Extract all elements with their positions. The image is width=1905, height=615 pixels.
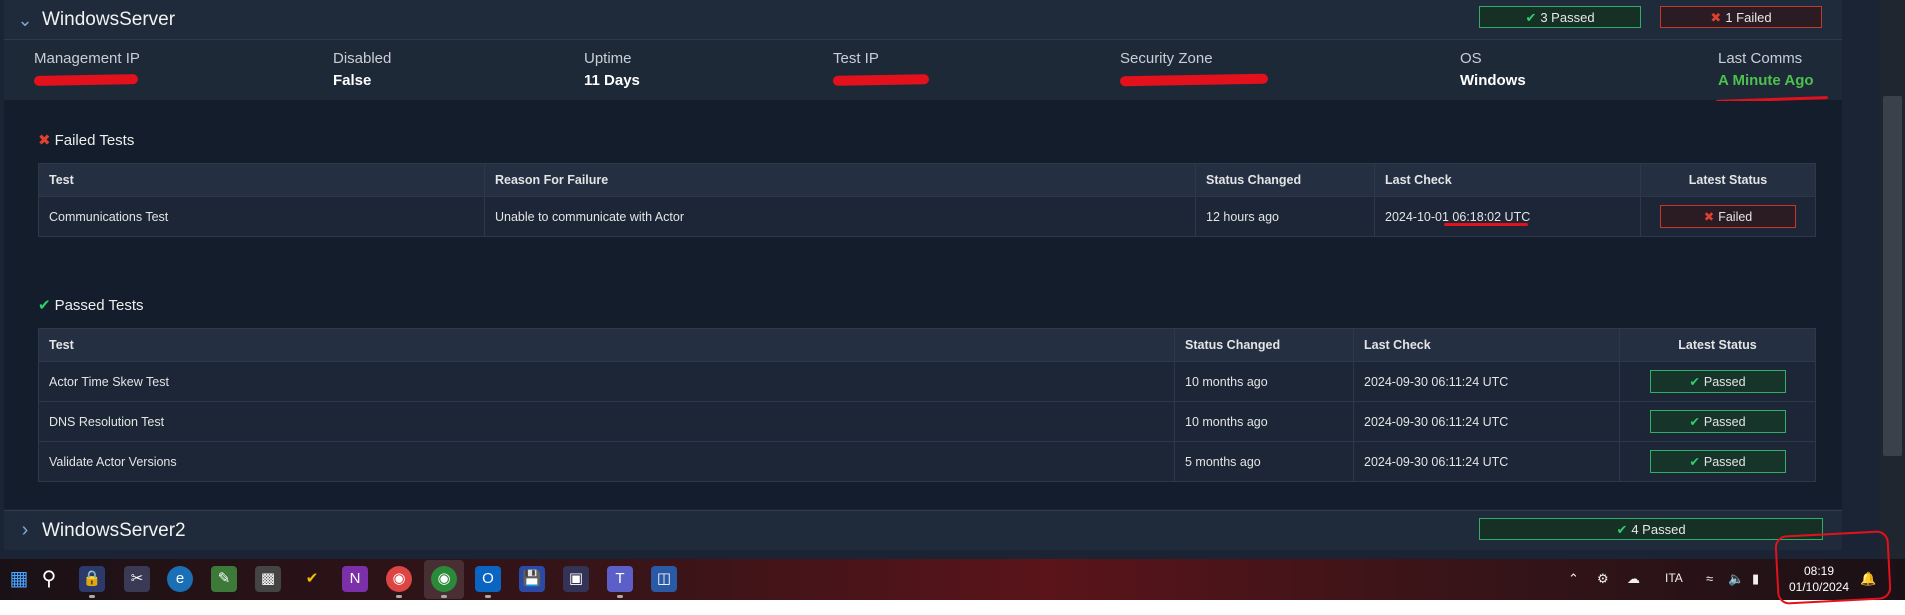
check-icon: ✔ <box>1689 455 1700 469</box>
server-title: WindowsServer <box>42 9 176 30</box>
cell-changed: 12 hours ago <box>1195 196 1375 237</box>
edge-browser-icon[interactable]: e <box>167 566 193 592</box>
x-icon: ✖ <box>38 132 51 149</box>
volume-icon[interactable]: 🔈 <box>1728 571 1744 587</box>
cell-test: Validate Actor Versions <box>38 441 1175 482</box>
check-icon: ✔ <box>38 297 51 314</box>
col-header: Last Check <box>1374 163 1641 197</box>
tasks-check-icon[interactable]: ✔ <box>299 566 325 592</box>
redaction-mark <box>1119 73 1269 87</box>
failed-tests-heading: ✖ Failed Tests <box>38 132 135 149</box>
table-row[interactable]: Validate Actor Versions 5 months ago 202… <box>38 441 1816 482</box>
check-icon: ✔ <box>1616 522 1628 537</box>
redaction-mark <box>33 74 139 86</box>
chevron-down-icon[interactable]: ⌄ <box>16 11 34 29</box>
wifi-icon[interactable]: ≈ <box>1706 571 1713 586</box>
running-indicator <box>617 595 623 598</box>
x-icon: ✖ <box>1710 10 1722 25</box>
server-header-windowsserver[interactable]: ⌄ WindowsServer ✔ 3 Passed ✖ 1 Failed <box>4 0 1842 40</box>
cell-last-check: 2024-09-30 06:11:24 UTC <box>1353 361 1620 402</box>
col-header: Reason For Failure <box>484 163 1196 197</box>
failed-tests-table: Test Reason For Failure Status Changed L… <box>38 163 1816 237</box>
server-info-row: Management IP Disabled False Uptime 11 D… <box>4 40 1842 103</box>
table-row[interactable]: Actor Time Skew Test 10 months ago 2024-… <box>38 361 1816 402</box>
info-os: OS Windows <box>1460 50 1526 89</box>
chevron-right-icon[interactable]: › <box>16 520 34 540</box>
status-badge-passed[interactable]: ✔ Passed <box>1649 410 1786 433</box>
passed-count-badge[interactable]: ✔ 4 Passed <box>1479 518 1823 540</box>
chrome-icon[interactable]: ◉ <box>386 566 412 592</box>
running-indicator <box>396 595 402 598</box>
check-icon: ✔ <box>1525 10 1537 25</box>
battery-icon[interactable]: ▮ <box>1752 571 1759 587</box>
windows-start-icon[interactable]: ▦ <box>6 566 32 592</box>
taskbar: ▦ ⚲ 🔒 ✂ e ✎ ▩ ✔ N ◉ ◉ O 💾 ▣ T ◫ ⌃ ⚙ ☁ IT… <box>0 559 1905 600</box>
info-disabled: Disabled False <box>333 50 392 89</box>
col-header: Latest Status <box>1619 328 1816 362</box>
passed-tests-heading: ✔ Passed Tests <box>38 297 144 314</box>
info-uptime: Uptime 11 Days <box>584 50 640 89</box>
col-header: Latest Status <box>1640 163 1816 197</box>
check-icon: ✔ <box>1689 375 1700 389</box>
cell-changed: 10 months ago <box>1174 401 1354 442</box>
table-header-row: Test Reason For Failure Status Changed L… <box>38 163 1816 197</box>
passed-count-badge[interactable]: ✔ 3 Passed <box>1479 6 1641 28</box>
cell-reason: Unable to communicate with Actor <box>484 196 1196 237</box>
chrome-icon[interactable]: ◉ <box>431 566 457 592</box>
server-title: WindowsServer2 <box>42 520 186 541</box>
cell-last-check: 2024-09-30 06:11:24 UTC <box>1353 441 1620 482</box>
settings-gear-icon[interactable]: ⚙ <box>1597 571 1609 587</box>
passed-tests-table: Test Status Changed Last Check Latest St… <box>38 328 1816 482</box>
redaction-mark <box>832 74 930 86</box>
col-header: Test <box>38 163 485 197</box>
col-header: Status Changed <box>1195 163 1375 197</box>
annotation-circle <box>1774 530 1892 605</box>
table-header-row: Test Status Changed Last Check Latest St… <box>38 328 1816 362</box>
info-management-ip: Management IP <box>33 50 140 89</box>
notepad-icon[interactable]: ✎ <box>211 566 237 592</box>
check-icon: ✔ <box>1689 415 1700 429</box>
teams-icon[interactable]: T <box>607 566 633 592</box>
onenote-icon[interactable]: N <box>342 566 368 592</box>
cell-last-check: 2024-10-01 06:18:02 UTC <box>1374 196 1641 237</box>
network-app-icon[interactable]: ◫ <box>651 566 677 592</box>
remote-desktop-icon[interactable]: ▣ <box>563 566 589 592</box>
table-row[interactable]: Communications Test Unable to communicat… <box>38 196 1816 237</box>
app-window: ⌄ WindowsServer ✔ 3 Passed ✖ 1 Failed Mana… <box>0 0 1905 559</box>
info-test-ip: Test IP <box>832 50 930 89</box>
save-disk-icon[interactable]: 💾 <box>519 566 545 592</box>
cell-changed: 5 months ago <box>1174 441 1354 482</box>
terminal-icon[interactable]: ▩ <box>255 566 281 592</box>
table-row[interactable]: DNS Resolution Test 10 months ago 2024-0… <box>38 401 1816 442</box>
password-manager-icon[interactable]: 🔒 <box>79 566 105 592</box>
col-header: Status Changed <box>1174 328 1354 362</box>
col-header: Test <box>38 328 1175 362</box>
x-icon: ✖ <box>1703 210 1715 224</box>
failed-count-badge[interactable]: ✖ 1 Failed <box>1660 6 1822 28</box>
search-icon[interactable]: ⚲ <box>36 566 62 592</box>
info-security-zone: Security Zone <box>1119 50 1269 89</box>
tests-area: ✖ Failed Tests Test Reason For Failure St… <box>4 101 1842 509</box>
cell-test: Communications Test <box>38 196 485 237</box>
cell-changed: 10 months ago <box>1174 361 1354 402</box>
cell-last-check: 2024-09-30 06:11:24 UTC <box>1353 401 1620 442</box>
scrollbar-thumb[interactable] <box>1883 96 1902 456</box>
language-indicator[interactable]: ITA <box>1665 571 1683 585</box>
running-indicator <box>89 595 95 598</box>
snipping-tool-icon[interactable]: ✂ <box>124 566 150 592</box>
cell-test: Actor Time Skew Test <box>38 361 1175 402</box>
outlook-icon[interactable]: O <box>475 566 501 592</box>
info-last-comms: Last Comms A Minute Ago <box>1718 50 1814 89</box>
running-indicator <box>441 595 447 598</box>
annotation-underline <box>1444 223 1528 226</box>
chevron-up-icon[interactable]: ⌃ <box>1568 571 1579 587</box>
cloud-icon[interactable]: ☁ <box>1627 571 1640 587</box>
status-badge-passed[interactable]: ✔ Passed <box>1649 450 1786 473</box>
cell-test: DNS Resolution Test <box>38 401 1175 442</box>
server-header-windowsserver2[interactable]: › WindowsServer2 ✔ 4 Passed <box>4 510 1842 550</box>
running-indicator <box>485 595 491 598</box>
status-badge-failed[interactable]: ✖ Failed <box>1660 205 1796 228</box>
col-header: Last Check <box>1353 328 1620 362</box>
status-badge-passed[interactable]: ✔ Passed <box>1649 370 1786 393</box>
